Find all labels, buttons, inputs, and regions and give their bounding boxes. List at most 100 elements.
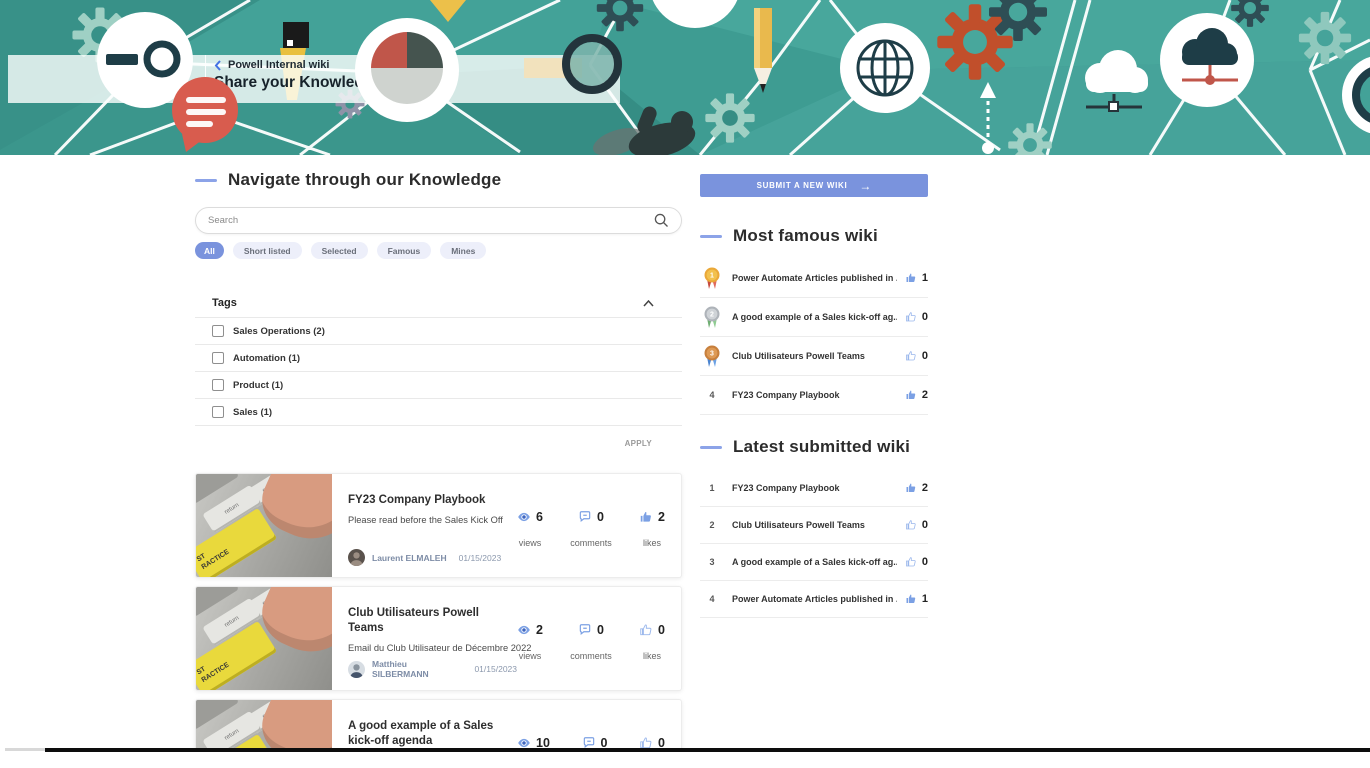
card-author[interactable]: Matthieu SILBERMANN 01/15/2023 <box>348 659 517 679</box>
like-count[interactable]: 0 <box>905 350 928 362</box>
wiki-card-club-utilisateurs[interactable]: enter return STRACTICE Club Utilisateurs… <box>195 586 682 691</box>
thumbs-up-filled-icon[interactable] <box>905 593 917 605</box>
bronze-medal-icon: 3 <box>703 345 721 368</box>
latest-wiki-list: 1 FY23 Company Playbook 2 2 Club Utilisa… <box>700 470 928 618</box>
comment-icon <box>578 623 592 637</box>
like-count[interactable]: 0 <box>905 556 928 568</box>
sidebar: SUBMIT A NEW WIKI → Most famous wiki 1 P… <box>700 174 928 618</box>
apply-row: APPLY <box>195 426 682 451</box>
silver-medal-icon: 2 <box>703 306 721 329</box>
comments-stat: 0 comments <box>570 509 612 548</box>
list-item-title[interactable]: Power Automate Articles published in ... <box>732 594 897 604</box>
thumbs-up-filled-icon[interactable] <box>905 389 917 401</box>
like-count[interactable]: 2 <box>905 482 928 494</box>
gold-medal-icon: 1 <box>703 267 721 290</box>
svg-text:3: 3 <box>710 350 714 357</box>
tag-checkbox[interactable] <box>212 379 224 391</box>
list-item-title[interactable]: A good example of a Sales kick-off ag... <box>732 312 897 322</box>
rank-number: 4 <box>700 594 724 604</box>
avatar <box>348 549 365 566</box>
thumbs-up-outline-icon[interactable] <box>639 623 653 637</box>
comments-stat: 0 comments <box>570 622 612 661</box>
publish-date: 01/15/2023 <box>459 553 502 563</box>
window-edge-bar <box>45 748 1370 752</box>
gear-icon <box>1299 12 1351 64</box>
author-name[interactable]: Matthieu SILBERMANN <box>372 659 462 679</box>
list-item-title[interactable]: Power Automate Articles published in ... <box>732 273 897 283</box>
tag-checkbox[interactable] <box>212 406 224 418</box>
card-title[interactable]: A good example of a Sales kick-off agend… <box>348 719 517 749</box>
filter-pill-famous[interactable]: Famous <box>377 242 432 259</box>
tag-label: Sales (1) <box>233 407 272 418</box>
comment-icon <box>578 510 592 524</box>
submit-new-wiki-button[interactable]: SUBMIT A NEW WIKI → <box>700 174 928 197</box>
like-count[interactable]: 0 <box>905 311 928 323</box>
thumbs-up-filled-icon[interactable] <box>905 482 917 494</box>
tag-checkbox[interactable] <box>212 325 224 337</box>
submit-label: SUBMIT A NEW WIKI <box>757 181 848 190</box>
famous-wiki-list: 1 Power Automate Articles published in .… <box>700 259 928 415</box>
search-icon[interactable] <box>654 213 669 228</box>
card-body: FY23 Company Playbook Please read before… <box>332 474 517 577</box>
card-title[interactable]: Club Utilisateurs Powell Teams <box>348 606 517 636</box>
list-item-title[interactable]: A good example of a Sales kick-off ag... <box>732 557 897 567</box>
list-item-title[interactable]: FY23 Company Playbook <box>732 483 897 493</box>
like-count[interactable]: 2 <box>905 389 928 401</box>
famous-item-3[interactable]: 3 Club Utilisateurs Powell Teams 0 <box>700 337 928 376</box>
thumbs-up-outline-icon[interactable] <box>905 556 917 568</box>
filter-pill-selected[interactable]: Selected <box>311 242 368 259</box>
filter-pill-short-listed[interactable]: Short listed <box>233 242 302 259</box>
card-author[interactable]: Laurent ELMALEH 01/15/2023 <box>348 549 501 566</box>
filter-pills: All Short listed Selected Famous Mines <box>195 242 682 259</box>
tag-row-automation[interactable]: Automation (1) <box>195 345 682 372</box>
card-stats: 2 views 0 comments 0 likes <box>517 587 681 690</box>
list-item-title[interactable]: Club Utilisateurs Powell Teams <box>732 520 897 530</box>
famous-item-4[interactable]: 4 FY23 Company Playbook 2 <box>700 376 928 415</box>
wiki-card-fy23-playbook[interactable]: enter return STRACTICE FY23 Company Play… <box>195 473 682 578</box>
famous-item-2[interactable]: 2 A good example of a Sales kick-off ag.… <box>700 298 928 337</box>
rank-number: 4 <box>700 390 724 400</box>
tag-row-sales[interactable]: Sales (1) <box>195 399 682 426</box>
like-count[interactable]: 1 <box>905 272 928 284</box>
list-item-title[interactable]: FY23 Company Playbook <box>732 390 897 400</box>
main-heading: Navigate through our Knowledge <box>228 170 501 190</box>
author-name[interactable]: Laurent ELMALEH <box>372 553 447 563</box>
chevron-up-icon[interactable] <box>643 300 654 307</box>
eye-icon <box>517 510 531 524</box>
card-title[interactable]: FY23 Company Playbook <box>348 493 517 508</box>
likes-stat[interactable]: 2 likes <box>639 509 665 548</box>
tags-header[interactable]: Tags <box>195 295 682 318</box>
window-edge-bar-left <box>5 748 45 751</box>
latest-item-4[interactable]: 4 Power Automate Articles published in .… <box>700 581 928 618</box>
thumbs-up-filled-icon[interactable] <box>639 510 653 524</box>
tag-checkbox[interactable] <box>212 352 224 364</box>
likes-stat[interactable]: 0 likes <box>639 622 665 661</box>
search-bar[interactable] <box>195 207 682 234</box>
tag-label: Automation (1) <box>233 353 300 364</box>
main-section-heading: Navigate through our Knowledge <box>195 170 682 190</box>
search-input[interactable] <box>208 215 654 226</box>
like-count[interactable]: 1 <box>905 593 928 605</box>
heading-dash <box>700 235 722 238</box>
views-stat: 2 views <box>517 622 543 661</box>
tag-row-sales-operations[interactable]: Sales Operations (2) <box>195 318 682 345</box>
latest-item-2[interactable]: 2 Club Utilisateurs Powell Teams 0 <box>700 507 928 544</box>
banner-illustration: Powell Internal wiki Share your Knowledg… <box>0 0 1370 155</box>
thumbs-up-filled-icon[interactable] <box>905 272 917 284</box>
thumbs-up-outline-icon[interactable] <box>905 519 917 531</box>
like-count[interactable]: 0 <box>905 519 928 531</box>
band-divider <box>205 55 206 103</box>
famous-item-1[interactable]: 1 Power Automate Articles published in .… <box>700 259 928 298</box>
thumbs-up-outline-icon[interactable] <box>905 350 917 362</box>
filter-pill-all[interactable]: All <box>195 242 224 259</box>
heading-dash <box>700 446 722 449</box>
latest-item-3[interactable]: 3 A good example of a Sales kick-off ag.… <box>700 544 928 581</box>
list-item-title[interactable]: Club Utilisateurs Powell Teams <box>732 351 897 361</box>
filter-pill-mines[interactable]: Mines <box>440 242 486 259</box>
breadcrumb[interactable]: Powell Internal wiki <box>214 59 382 71</box>
page-title: Share your Knowledge <box>214 74 382 92</box>
latest-item-1[interactable]: 1 FY23 Company Playbook 2 <box>700 470 928 507</box>
tag-row-product[interactable]: Product (1) <box>195 372 682 399</box>
apply-button[interactable]: APPLY <box>625 439 652 448</box>
thumbs-up-outline-icon[interactable] <box>905 311 917 323</box>
